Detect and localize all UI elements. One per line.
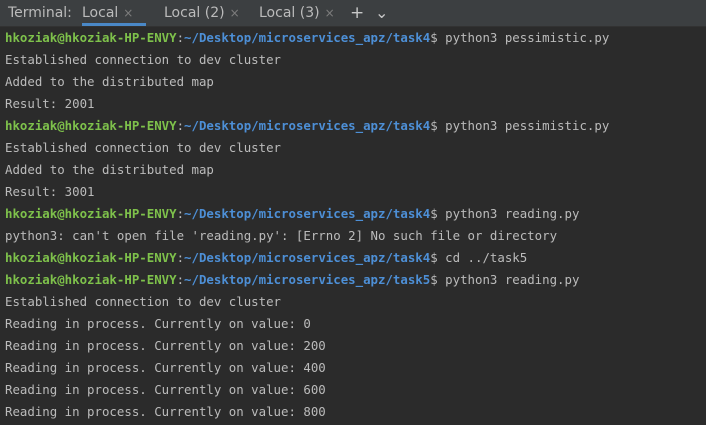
tab-label: Local (3) [259, 5, 320, 21]
tab-local-3[interactable]: Local (3) × [259, 0, 335, 26]
tab-label: Local (2) [164, 5, 225, 21]
command-text: python3 reading.py [437, 272, 580, 287]
output-line: Reading in process. Currently on value: … [5, 338, 326, 353]
output-line: Reading in process. Currently on value: … [5, 316, 311, 331]
output-line: Added to the distributed map [5, 74, 214, 89]
prompt-colon: : [176, 30, 185, 45]
output-line: Established connection to dev cluster [5, 294, 282, 309]
command-text: cd ../task5 [437, 250, 528, 265]
prompt-colon: : [176, 206, 185, 221]
output-line: Reading in process. Currently on value: … [5, 382, 326, 397]
prompt-path: ~/Desktop/microservices_apz/task4 [184, 118, 431, 133]
prompt-path: ~/Desktop/microservices_apz/task4 [184, 250, 431, 265]
prompt-line: hkoziak@hkoziak-HP-ENVY:~/Desktop/micros… [5, 247, 706, 269]
prompt-user: hkoziak@hkoziak-HP-ENVY [5, 206, 177, 221]
prompt-colon: : [176, 272, 185, 287]
tab-local[interactable]: Local × [82, 0, 146, 26]
chevron-down-icon[interactable]: ⌄ [375, 0, 388, 26]
command-text: python3 pessimistic.py [437, 30, 610, 45]
output-line: Added to the distributed map [5, 162, 214, 177]
tab-local-2[interactable]: Local (2) × [164, 0, 240, 26]
output-line: Established connection to dev cluster [5, 140, 282, 155]
tab-label: Local [82, 5, 119, 21]
prompt-line: hkoziak@hkoziak-HP-ENVY:~/Desktop/micros… [5, 269, 706, 291]
prompt-user: hkoziak@hkoziak-HP-ENVY [5, 250, 177, 265]
prompt-line: hkoziak@hkoziak-HP-ENVY:~/Desktop/micros… [5, 203, 706, 225]
terminal-tab-bar: Terminal: Local × Local (2) × Local (3) × +… [0, 0, 706, 27]
output-line: Reading in process. Currently on value: … [5, 360, 326, 375]
prompt-colon: : [176, 250, 185, 265]
prompt-dollar: $ [430, 118, 438, 133]
output-line: Result: 3001 [5, 184, 95, 199]
close-icon[interactable]: × [325, 0, 335, 26]
add-icon[interactable]: + [350, 0, 364, 26]
output-line: python3: can't open file 'reading.py': [… [5, 228, 558, 243]
close-icon[interactable]: × [230, 0, 240, 26]
terminal-title: Terminal: [8, 5, 72, 21]
terminal-output[interactable]: hkoziak@hkoziak-HP-ENVY:~/Desktop/micros… [0, 27, 706, 425]
terminal-window: Terminal: Local × Local (2) × Local (3) × +… [0, 0, 706, 425]
close-icon[interactable]: × [123, 0, 133, 26]
output-line: Result: 2001 [5, 96, 95, 111]
prompt-path: ~/Desktop/microservices_apz/task4 [184, 30, 431, 45]
prompt-line: hkoziak@hkoziak-HP-ENVY:~/Desktop/micros… [5, 115, 706, 137]
prompt-dollar: $ [430, 30, 438, 45]
output-line: Established connection to dev cluster [5, 52, 282, 67]
output-line: Reading in process. Currently on value: … [5, 404, 326, 419]
prompt-colon: : [176, 118, 185, 133]
prompt-user: hkoziak@hkoziak-HP-ENVY [5, 118, 177, 133]
prompt-user: hkoziak@hkoziak-HP-ENVY [5, 272, 177, 287]
prompt-path: ~/Desktop/microservices_apz/task4 [184, 206, 431, 221]
prompt-path: ~/Desktop/microservices_apz/task5 [184, 272, 431, 287]
prompt-dollar: $ [430, 206, 438, 221]
command-text: python3 pessimistic.py [437, 118, 610, 133]
prompt-line: hkoziak@hkoziak-HP-ENVY:~/Desktop/micros… [5, 27, 706, 49]
prompt-dollar: $ [430, 272, 438, 287]
prompt-dollar: $ [430, 250, 438, 265]
prompt-user: hkoziak@hkoziak-HP-ENVY [5, 30, 177, 45]
command-text: python3 reading.py [437, 206, 580, 221]
